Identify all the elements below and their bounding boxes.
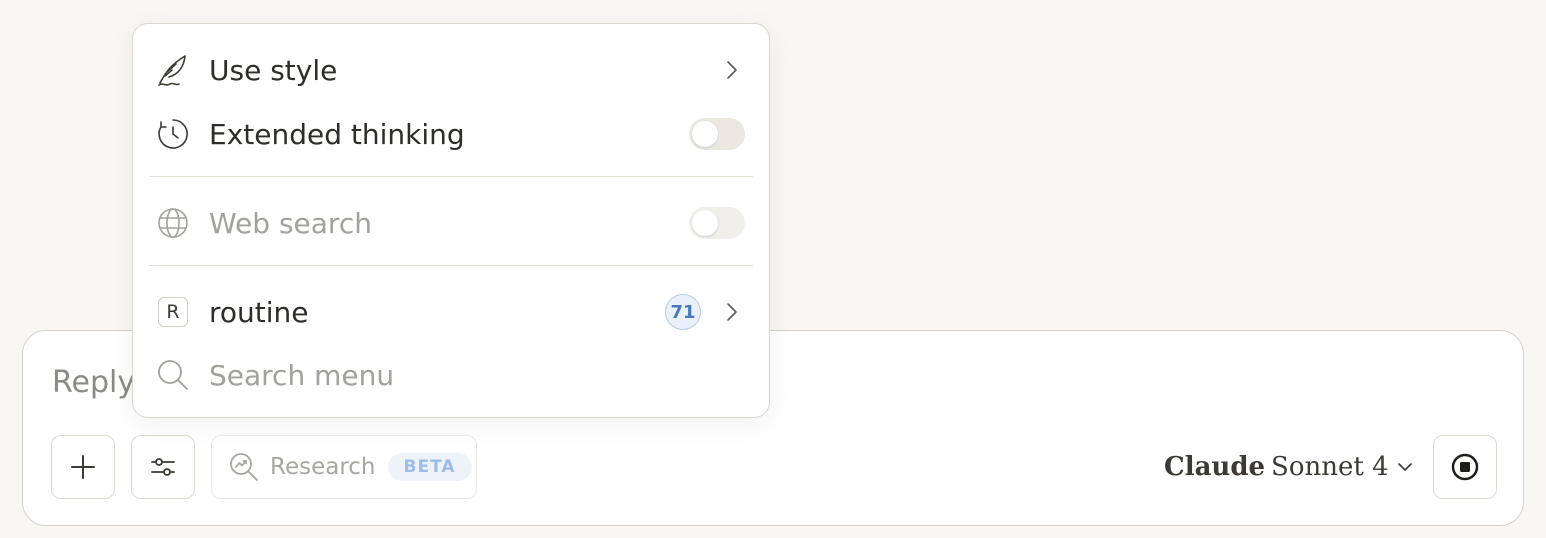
- add-attachment-button[interactable]: [51, 435, 115, 499]
- research-button[interactable]: Research BETA: [211, 435, 477, 499]
- research-icon: [230, 453, 258, 481]
- quill-icon: [153, 50, 193, 90]
- toggle-knob: [692, 210, 718, 236]
- toggle-knob: [692, 121, 718, 147]
- routine-avatar-wrap: R: [153, 292, 193, 332]
- menu-item-web-search[interactable]: Web search: [149, 196, 753, 250]
- tools-menu-button[interactable]: [131, 435, 195, 499]
- beta-badge: BETA: [387, 453, 472, 481]
- extended-thinking-toggle[interactable]: [689, 118, 745, 150]
- menu-item-routine[interactable]: R routine 71: [149, 285, 753, 339]
- stop-icon: [1451, 453, 1479, 481]
- sliders-icon: [151, 458, 175, 476]
- research-label: Research: [270, 454, 376, 480]
- stop-button[interactable]: [1433, 435, 1497, 499]
- clock-icon: [153, 114, 193, 154]
- menu-search[interactable]: Search menu: [149, 348, 753, 402]
- routine-count-badge: 71: [665, 294, 701, 330]
- chevron-right-icon: [719, 299, 745, 325]
- search-icon: [153, 355, 193, 395]
- reply-input[interactable]: Reply: [52, 365, 135, 400]
- tools-menu: Use style Extended thinking Web search R…: [132, 23, 770, 418]
- menu-item-label: Extended thinking: [209, 117, 465, 151]
- chevron-right-icon: [719, 57, 745, 83]
- menu-divider: [149, 176, 753, 177]
- web-search-toggle[interactable]: [689, 207, 745, 239]
- search-menu-input[interactable]: Search menu: [209, 359, 753, 392]
- menu-item-use-style[interactable]: Use style: [149, 43, 753, 97]
- menu-item-extended-thinking[interactable]: Extended thinking: [149, 107, 753, 161]
- menu-item-label: Use style: [209, 53, 338, 87]
- menu-item-label: Web search: [209, 206, 372, 240]
- model-selector[interactable]: Claude Sonnet 4: [1164, 449, 1415, 485]
- menu-divider: [149, 265, 753, 266]
- model-brand: Claude: [1164, 452, 1266, 482]
- r-avatar-icon: R: [158, 297, 188, 327]
- menu-item-label: routine: [209, 295, 309, 329]
- globe-icon: [153, 203, 193, 243]
- model-name: Sonnet 4: [1271, 452, 1389, 482]
- plus-icon: [71, 455, 95, 479]
- chevron-down-icon: [1397, 463, 1412, 471]
